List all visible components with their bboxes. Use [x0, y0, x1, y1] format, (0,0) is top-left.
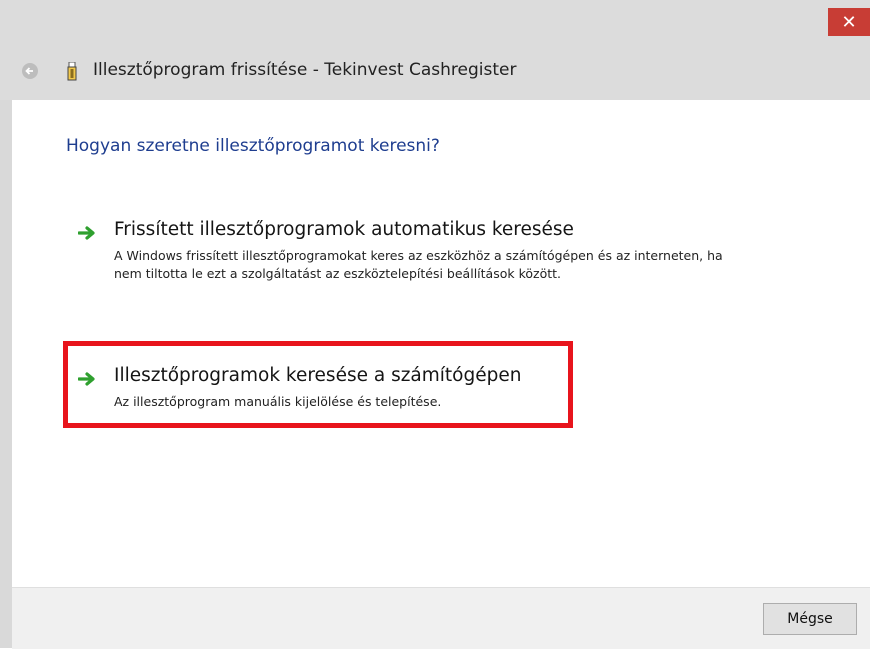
page-question: Hogyan szeretne illesztőprogramot keresn… [66, 136, 440, 156]
green-arrow-icon [78, 226, 95, 240]
dialog-content: Hogyan szeretne illesztőprogramot keresn… [12, 100, 870, 587]
dialog-footer: Mégse [12, 587, 870, 649]
option-description: A Windows frissített illesztőprogramokat… [114, 248, 723, 281]
green-arrow-icon [78, 372, 95, 386]
option-search-automatically[interactable]: Frissített illesztőprogramok automatikus… [78, 219, 728, 319]
usb-device-icon [67, 62, 77, 81]
dialog-window: ✕ Illesztőprogram frissítése - Tekinvest… [0, 0, 870, 649]
window-title: Illesztőprogram frissítése - Tekinvest C… [93, 60, 517, 80]
close-icon: ✕ [841, 11, 857, 33]
close-button[interactable]: ✕ [828, 8, 870, 36]
option-description: Az illesztőprogram manuális kijelölése é… [114, 394, 442, 409]
option-title: Frissített illesztőprogramok automatikus… [114, 219, 574, 240]
cancel-button[interactable]: Mégse [763, 603, 857, 635]
back-button[interactable] [22, 63, 38, 79]
option-browse-computer[interactable]: Illesztőprogramok keresése a számítógépe… [78, 365, 728, 425]
back-arrow-icon [25, 67, 33, 75]
option-title: Illesztőprogramok keresése a számítógépe… [114, 365, 522, 386]
title-bar: ✕ Illesztőprogram frissítése - Tekinvest… [0, 0, 870, 100]
